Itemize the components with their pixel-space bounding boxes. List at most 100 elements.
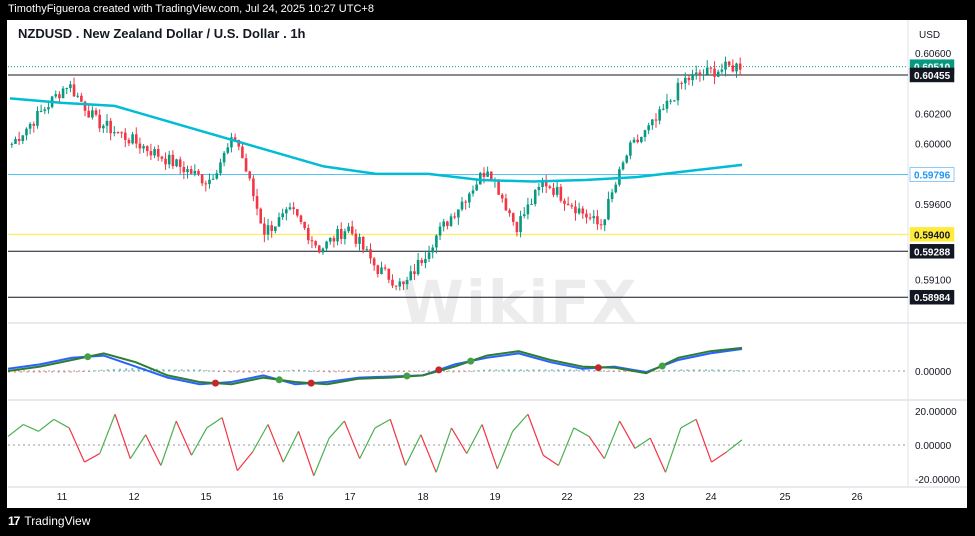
candle-body xyxy=(709,67,713,69)
oscillator-segment xyxy=(680,418,697,429)
candle-body xyxy=(574,206,577,214)
macd-histogram-bar xyxy=(63,371,66,373)
macd-histogram-bar xyxy=(69,371,72,373)
macd-histogram-bar xyxy=(341,371,344,373)
macd-histogram-bar xyxy=(378,371,381,372)
x-tick-label: 11 xyxy=(57,492,68,503)
candle-body xyxy=(662,108,665,110)
macd-histogram-bar xyxy=(674,369,677,371)
macd-histogram-bar xyxy=(94,370,97,372)
candle-body xyxy=(259,208,263,224)
oscillator-segment xyxy=(145,434,162,466)
candle-body xyxy=(105,120,109,126)
candle-body xyxy=(438,226,442,236)
macd-histogram-bar xyxy=(304,370,307,372)
oscillator-segment xyxy=(664,427,682,473)
macd-histogram-bar xyxy=(291,369,294,371)
candle-body xyxy=(720,69,724,72)
candle-body xyxy=(566,203,570,206)
macd-histogram-bar xyxy=(254,371,257,373)
candle-body xyxy=(413,271,416,275)
y-tick-label: 0.59100 xyxy=(915,276,952,287)
y-tick-label: 0.59600 xyxy=(915,200,952,211)
candle-body xyxy=(204,183,208,185)
candle-body xyxy=(255,196,259,209)
oscillator-segment xyxy=(38,418,55,432)
candle-body xyxy=(296,209,299,216)
macd-histogram-bar xyxy=(223,371,226,372)
macd-histogram-bar xyxy=(489,369,492,371)
candle-body xyxy=(28,123,32,129)
candle-body xyxy=(446,221,449,227)
footer-brand[interactable]: TradingView xyxy=(24,514,90,528)
candle-body xyxy=(244,158,248,172)
oscillator-segment xyxy=(236,451,254,472)
tradingview-logo-icon[interactable]: 17 xyxy=(8,514,20,528)
candle-body xyxy=(541,182,544,187)
macd-histogram-bar xyxy=(242,371,245,373)
candle-body xyxy=(372,258,376,266)
candle-body xyxy=(167,154,171,165)
oscillator-segment xyxy=(206,417,223,429)
candle-body xyxy=(306,228,310,241)
candle-body xyxy=(731,65,735,72)
candle-body xyxy=(131,134,134,144)
candle-body xyxy=(328,237,332,242)
candle-body xyxy=(211,178,215,180)
candle-body xyxy=(537,186,541,190)
candle-body xyxy=(705,67,709,75)
candle-body xyxy=(654,119,658,121)
macd-cross-dot xyxy=(307,379,315,387)
macd-histogram-bar xyxy=(563,369,566,371)
macd-histogram-bar xyxy=(45,371,48,373)
oscillator-segment xyxy=(374,418,391,429)
oscillator-segment xyxy=(649,437,667,473)
macd-histogram-bar xyxy=(26,371,29,373)
candle-body xyxy=(453,216,456,218)
candle-body xyxy=(314,241,317,246)
oscillator-segment xyxy=(588,436,605,460)
macd-histogram-bar xyxy=(211,370,214,372)
candle-body xyxy=(39,110,43,112)
candle-body xyxy=(596,216,599,225)
candle-body xyxy=(486,171,489,177)
candle-body xyxy=(270,225,273,231)
macd-histogram-bar xyxy=(742,370,744,372)
candle-body xyxy=(10,143,14,145)
oscillator-segment xyxy=(53,418,70,429)
candle-body xyxy=(127,139,131,144)
macd-histogram-bar xyxy=(168,369,171,371)
candle-body xyxy=(21,135,25,142)
macd-cross-dot xyxy=(658,362,666,370)
macd-histogram-bar xyxy=(569,369,572,371)
macd-histogram-bar xyxy=(310,370,313,372)
oscillator-segment xyxy=(496,431,514,470)
candle-body xyxy=(369,249,372,259)
candle-body xyxy=(442,221,446,227)
candle-body xyxy=(160,156,164,159)
macd-histogram-bar xyxy=(501,369,504,371)
oscillator-segment xyxy=(435,427,453,473)
candle-body xyxy=(727,61,731,66)
oscillator-segment xyxy=(466,424,483,454)
macd-histogram-bar xyxy=(199,369,202,371)
macd-cross-dot xyxy=(594,364,602,372)
macd-histogram-bar xyxy=(538,369,541,371)
candle-body xyxy=(497,179,500,195)
candle-body xyxy=(263,223,266,235)
chart-svg[interactable]: USD 0.60600 0.60200 0.60000 0.59600 0.59100 0.… xyxy=(0,0,975,536)
price-tag-label: 0.59796 xyxy=(914,171,951,182)
macd-histogram-bar xyxy=(600,370,603,372)
candle-body xyxy=(603,219,607,226)
y-tick-label: 0.60200 xyxy=(915,110,952,121)
candle-body xyxy=(511,213,515,222)
macd-histogram-bar xyxy=(618,371,621,372)
oscillator-segment xyxy=(542,454,559,466)
candle-body xyxy=(738,63,742,70)
candle-body xyxy=(189,169,193,174)
candle-body xyxy=(241,146,244,159)
candle-body xyxy=(87,110,90,118)
macd-histogram-bar xyxy=(723,369,726,371)
candle-body xyxy=(449,216,453,227)
x-tick-label: 16 xyxy=(272,492,284,503)
